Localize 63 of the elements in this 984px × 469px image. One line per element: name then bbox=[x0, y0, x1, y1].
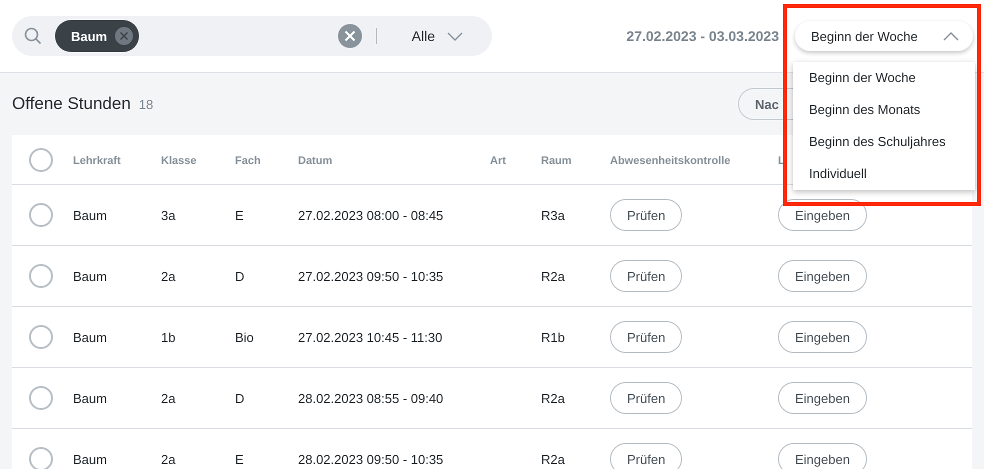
table-cell: D bbox=[235, 390, 244, 406]
filter-dropdown[interactable]: Alle bbox=[398, 28, 468, 44]
clear-icon[interactable] bbox=[338, 24, 362, 48]
column-header: Datum bbox=[298, 155, 332, 167]
column-header: Abwesenheitskontrolle bbox=[610, 155, 730, 167]
table-cell: 3a bbox=[161, 208, 176, 222]
menu-item[interactable]: Individuell bbox=[793, 158, 975, 190]
table-cell: Bio bbox=[235, 330, 254, 344]
menu-item[interactable]: Beginn des Monats bbox=[793, 94, 975, 126]
section-title: Offene Stunden bbox=[12, 94, 131, 114]
table-cell: R2a bbox=[541, 390, 565, 406]
check-button[interactable]: Prüfen bbox=[610, 321, 682, 353]
chevron-down-icon bbox=[447, 32, 463, 40]
table-cell: D bbox=[235, 268, 244, 284]
item-count: 18 bbox=[138, 96, 154, 112]
filter-chip[interactable]: Baum bbox=[55, 20, 140, 52]
enter-button[interactable]: Eingeben bbox=[778, 443, 867, 469]
menu-item[interactable]: Beginn der Woche bbox=[793, 62, 975, 94]
table-cell: Baum bbox=[73, 208, 107, 222]
column-header: Klasse bbox=[161, 155, 196, 167]
table-cell: E bbox=[235, 452, 244, 466]
column-header: Raum bbox=[541, 155, 572, 167]
menu-item[interactable]: Beginn des Schuljahres bbox=[793, 126, 975, 158]
search-field[interactable]: Baum Alle bbox=[12, 16, 492, 56]
check-button[interactable]: Prüfen bbox=[610, 260, 682, 292]
search-icon bbox=[24, 27, 42, 45]
table-cell: 28.02.2023 09:50 - 10:35 bbox=[298, 452, 444, 466]
table-cell: 2a bbox=[161, 452, 176, 466]
table-cell: Baum bbox=[73, 268, 107, 284]
select-all-checkbox[interactable] bbox=[29, 148, 53, 172]
table-cell: R2a bbox=[541, 268, 565, 284]
row-checkbox[interactable] bbox=[29, 386, 53, 410]
range-select[interactable]: Beginn der Woche bbox=[795, 21, 973, 51]
table-cell: 2a bbox=[161, 268, 176, 284]
table-cell: 27.02.2023 10:45 - 11:30 bbox=[298, 330, 442, 344]
table-cell: R2a bbox=[541, 452, 565, 466]
table-cell: 2a bbox=[161, 390, 176, 406]
table-cell: 27.02.2023 08:00 - 08:45 bbox=[298, 208, 444, 222]
check-button[interactable]: Prüfen bbox=[610, 382, 682, 414]
column-header: Lehrkraft bbox=[73, 155, 121, 167]
table-cell: E bbox=[235, 208, 244, 222]
row-checkbox[interactable] bbox=[29, 447, 53, 469]
remove-icon[interactable] bbox=[115, 27, 134, 45]
enter-button[interactable]: Eingeben bbox=[778, 382, 867, 414]
table-cell: Baum bbox=[73, 330, 107, 344]
table-cell: 28.02.2023 08:55 - 09:40 bbox=[298, 390, 444, 406]
enter-button[interactable]: Eingeben bbox=[778, 321, 867, 353]
table-cell: R1b bbox=[541, 330, 565, 344]
check-button[interactable]: Prüfen bbox=[610, 199, 682, 231]
enter-button[interactable]: Eingeben bbox=[778, 260, 867, 292]
table-cell: Baum bbox=[73, 390, 107, 406]
check-button[interactable]: Prüfen bbox=[610, 443, 682, 469]
table-cell: 1b bbox=[161, 330, 176, 344]
table-cell: R3a bbox=[541, 208, 565, 222]
row-checkbox[interactable] bbox=[29, 325, 53, 349]
column-header: Art bbox=[490, 155, 506, 167]
row-checkbox[interactable] bbox=[29, 203, 53, 227]
row-checkbox[interactable] bbox=[29, 264, 53, 288]
date-range: 27.02.2023 - 03.03.2023 bbox=[626, 28, 779, 44]
table-cell: Baum bbox=[73, 452, 107, 466]
table-cell: 27.02.2023 09:50 - 10:35 bbox=[298, 268, 444, 284]
chevron-up-icon bbox=[943, 32, 959, 40]
column-header: Fach bbox=[235, 155, 261, 167]
